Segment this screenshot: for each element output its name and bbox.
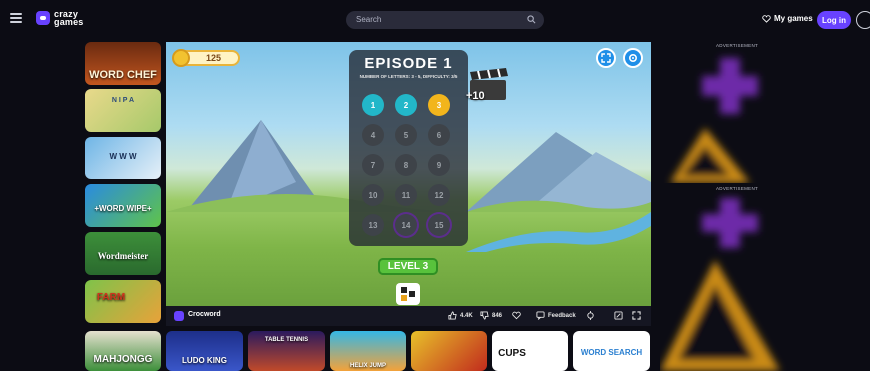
episode-panel: EPISODE 1 NUMBER OF LETTERS: 3 - 5, DIFF… [349,50,468,246]
game-thumb-cups[interactable]: CUPS [492,331,568,371]
dislike-button[interactable]: 846 [480,311,502,320]
level-banner[interactable]: LEVEL 3 [378,258,438,275]
game-thumb-helix-jump[interactable]: HELIX JUMP [330,331,406,371]
settings-button[interactable] [623,48,643,68]
coin-icon [172,49,190,67]
level-button[interactable]: 9 [428,154,450,176]
search-placeholder: Search [356,15,382,24]
dislike-count: 846 [492,312,503,319]
level-button[interactable]: 8 [395,154,417,176]
thumbs-down-icon [480,311,489,320]
search-input[interactable]: Search [346,11,544,29]
advertisement-top[interactable] [660,48,870,183]
level-button[interactable]: 4 [362,124,384,146]
game-thumb-ludo-king[interactable]: LUDO KING [166,331,243,371]
cw-icon[interactable] [396,283,420,305]
expand-icon [601,53,611,63]
episode-subtitle: NUMBER OF LETTERS: 3 - 5, DIFFICULTY: 3/… [359,74,458,79]
logo-line2: games [54,17,84,27]
game-thumb-farm[interactable]: FARM [85,280,161,323]
logo[interactable]: crazy games [36,10,84,27]
logo-icon [36,11,50,25]
game-name: Crocword [188,311,221,318]
advertisement-bottom[interactable] [660,190,870,371]
level-button[interactable]: 7 [362,154,384,176]
fullscreen-button[interactable] [596,48,616,68]
feedback-label: Feedback [548,312,576,319]
level-button[interactable]: 1 [362,94,384,116]
feedback-button[interactable]: Feedback [536,311,576,320]
game-thumb-mahjongg[interactable]: MAHJONGG [85,331,161,371]
game-thumb-word-grid[interactable]: W W W [85,137,161,179]
like-button[interactable]: 4.4K [448,311,473,320]
level-button[interactable]: 11 [395,184,417,206]
level-button[interactable]: 14 [395,214,417,236]
theater-mode-icon[interactable] [614,311,623,320]
my-games-label: My games [774,14,813,23]
game-thumb-racing[interactable] [411,331,487,371]
favorite-heart-icon[interactable] [512,311,521,320]
my-games-link[interactable]: My games [762,14,813,23]
like-count: 4.4K [460,312,473,319]
login-button[interactable]: Log in [817,11,851,29]
coin-value: 125 [206,53,222,63]
level-button[interactable]: 13 [362,214,384,236]
user-icon[interactable] [856,11,870,29]
level-button[interactable]: 2 [395,94,417,116]
top-bar: crazy games Search My games Log in [0,0,870,36]
heart-icon [762,14,771,23]
game-info-bar: Crocword 4.4K 846 Feedback [166,306,651,326]
episode-title: EPISODE 1 [364,55,453,72]
game-canvas[interactable]: 125 EPISODE 1 NUMBER OF LETTERS: 3 - 5, … [166,42,651,306]
crosshair-icon[interactable] [586,311,595,320]
game-thumb-table-tennis[interactable]: TABLE TENNIS [248,331,325,371]
game-thumb-word-search[interactable]: WORD SEARCH [573,331,650,371]
game-thumb-word-wipe[interactable]: +WORD WIPE+ [85,184,161,227]
search-icon[interactable] [527,15,536,24]
game-thumb-wordmeister[interactable]: Wordmeister [85,232,161,275]
coin-counter: 125 [172,49,240,67]
level-button[interactable]: 12 [428,184,450,206]
thumbs-up-icon [448,311,457,320]
level-button[interactable]: 10 [362,184,384,206]
game-thumb-word-chef[interactable]: WORD CHEF [85,42,161,85]
river-illustration [466,212,651,252]
bonus-label: +10 [466,90,485,102]
fullscreen-icon[interactable] [632,311,641,320]
gear-icon [628,53,638,63]
game-thumb-word-puzzle[interactable]: N I P A [85,89,161,132]
level-button[interactable]: 3 [428,94,450,116]
level-button[interactable]: 5 [395,124,417,146]
game-badge-icon [174,311,184,321]
level-button[interactable]: 15 [428,214,450,236]
level-button[interactable]: 6 [428,124,450,146]
menu-icon[interactable] [10,13,22,23]
feedback-icon [536,311,545,320]
